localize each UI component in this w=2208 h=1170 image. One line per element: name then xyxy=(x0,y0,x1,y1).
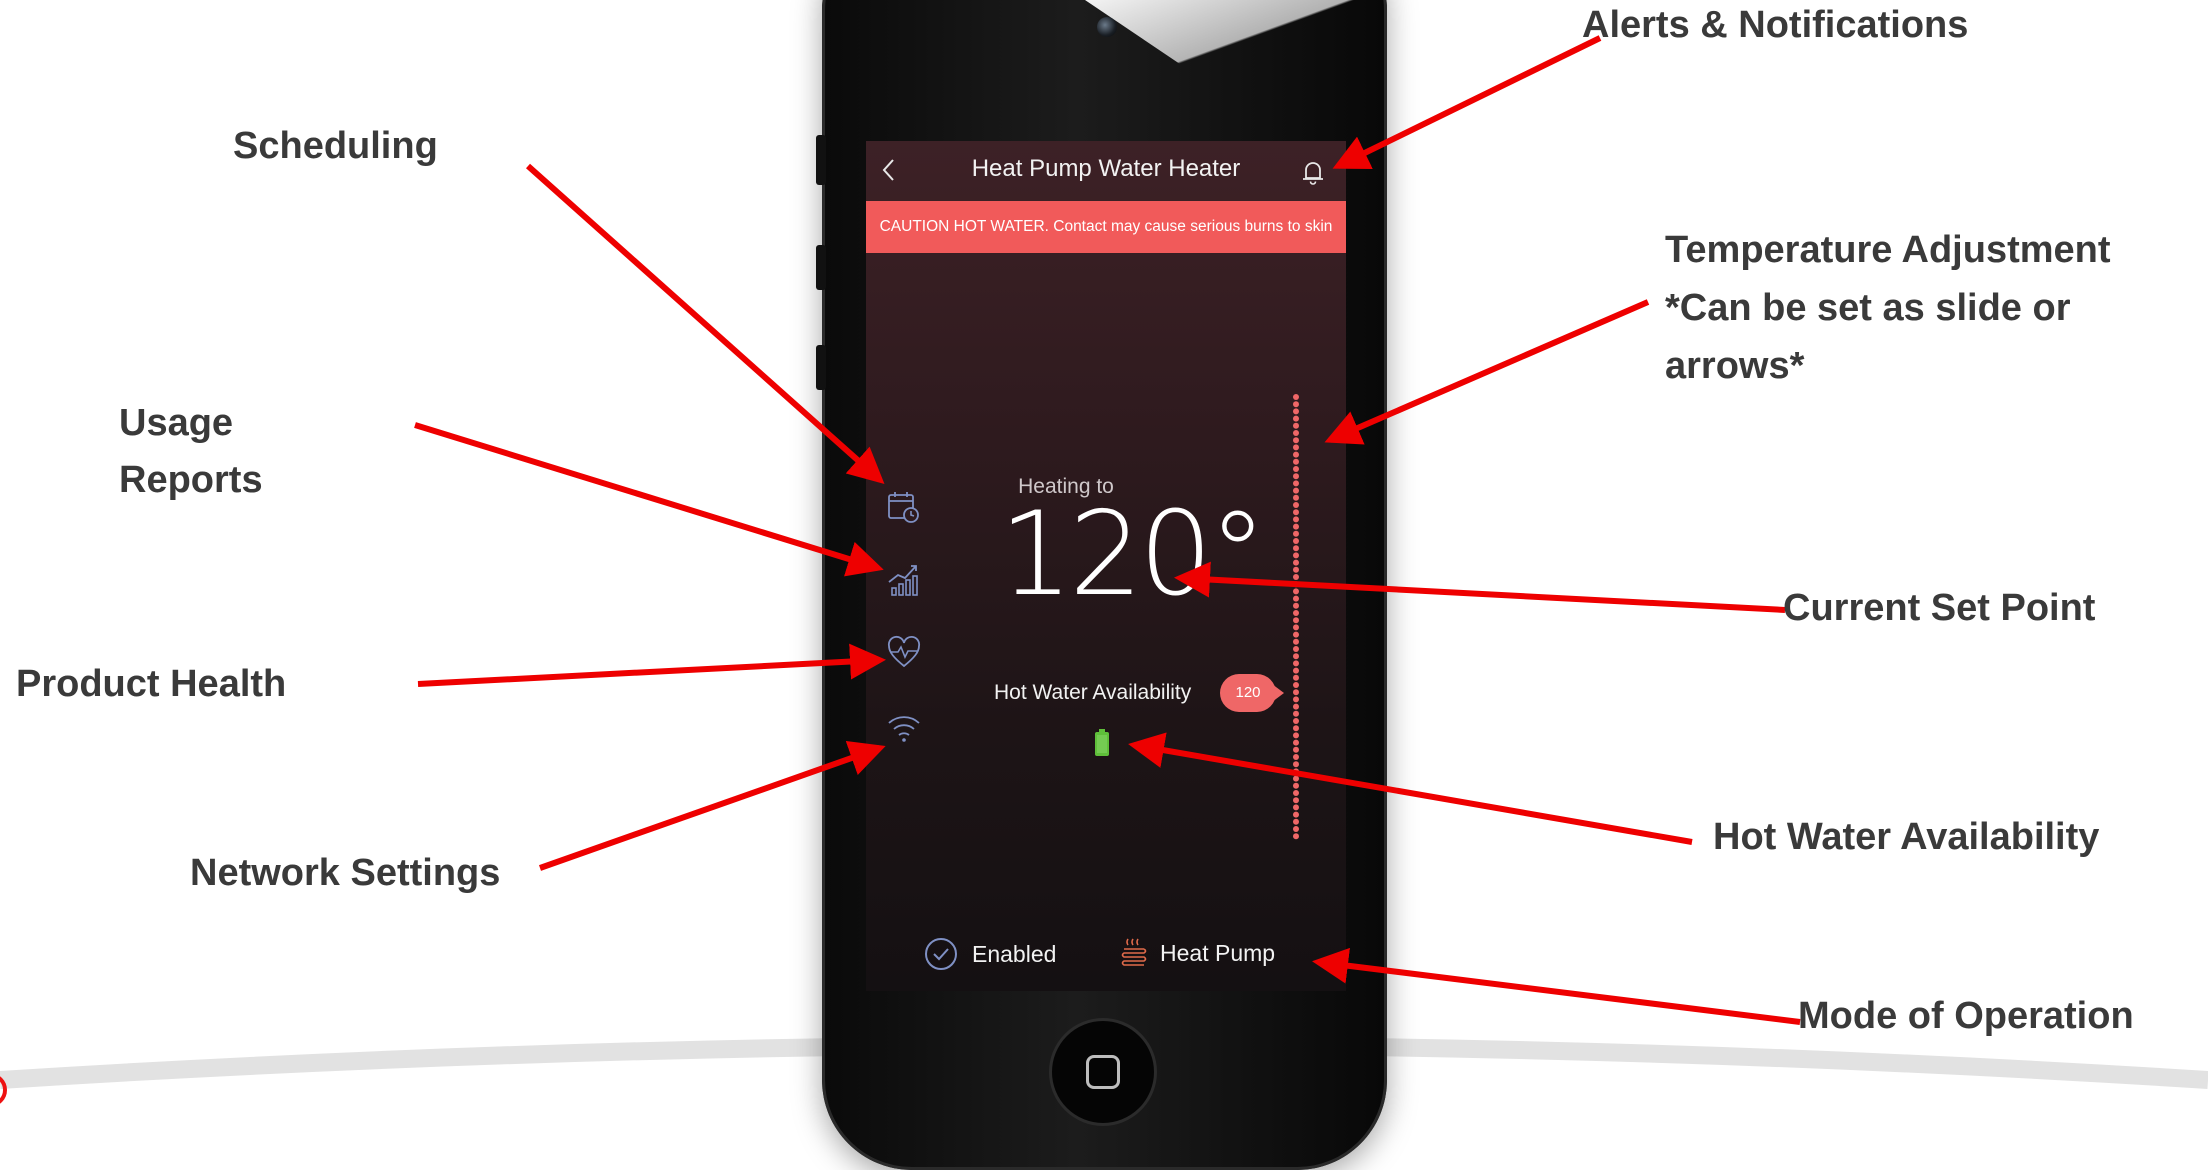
arrow-hot-water-availability xyxy=(1128,732,1693,845)
arrow-scheduling xyxy=(526,163,885,484)
callout-current-set-point: Current Set Point xyxy=(1783,580,2095,637)
callout-network-settings: Network Settings xyxy=(190,845,500,902)
arrow-temperature-adjustment xyxy=(1324,299,1650,445)
callout-network-settings-text: Network Settings xyxy=(190,852,501,894)
arrow-network-settings xyxy=(539,741,886,871)
callout-mode-of-operation: Mode of Operation xyxy=(1798,988,2134,1045)
arrow-alerts xyxy=(1332,35,1602,170)
callout-temp-line3: arrows* xyxy=(1665,344,1805,387)
callout-product-health: Product Health xyxy=(16,656,286,713)
arrow-current-set-point xyxy=(1174,561,1786,613)
diagram: Heat Pump Water Heater CAUTION HOT WATER… xyxy=(0,0,2208,1170)
callout-scheduling: Scheduling xyxy=(233,118,438,175)
callout-alerts-text: Alerts & Notifications xyxy=(1582,4,1969,46)
callout-scheduling-text: Scheduling xyxy=(233,125,438,167)
arrow-mode-of-operation xyxy=(1312,947,1801,1025)
callout-usage-line1: Usage xyxy=(119,402,234,444)
callout-alerts: Alerts & Notifications xyxy=(1582,0,1968,54)
callout-product-health-text: Product Health xyxy=(16,663,287,705)
callout-temp-line1: Temperature Adjustment xyxy=(1665,229,2111,271)
callout-mode-of-operation-text: Mode of Operation xyxy=(1798,995,2134,1037)
callout-hot-water-availability-text: Hot Water Availability xyxy=(1713,816,2100,858)
callout-current-set-point-text: Current Set Point xyxy=(1783,587,2096,629)
arrow-usage-reports xyxy=(414,422,884,577)
callout-hot-water-availability: Hot Water Availability xyxy=(1713,809,2099,866)
callout-usage-line2: Reports xyxy=(119,459,263,501)
callout-usage-reports: Usage Reports xyxy=(119,395,263,509)
callout-temperature-adjustment: Temperature Adjustment *Can be set as sl… xyxy=(1665,222,2111,395)
arrow-product-health xyxy=(417,643,886,687)
callout-temp-line2: *Can be set as slide or xyxy=(1665,286,2071,329)
